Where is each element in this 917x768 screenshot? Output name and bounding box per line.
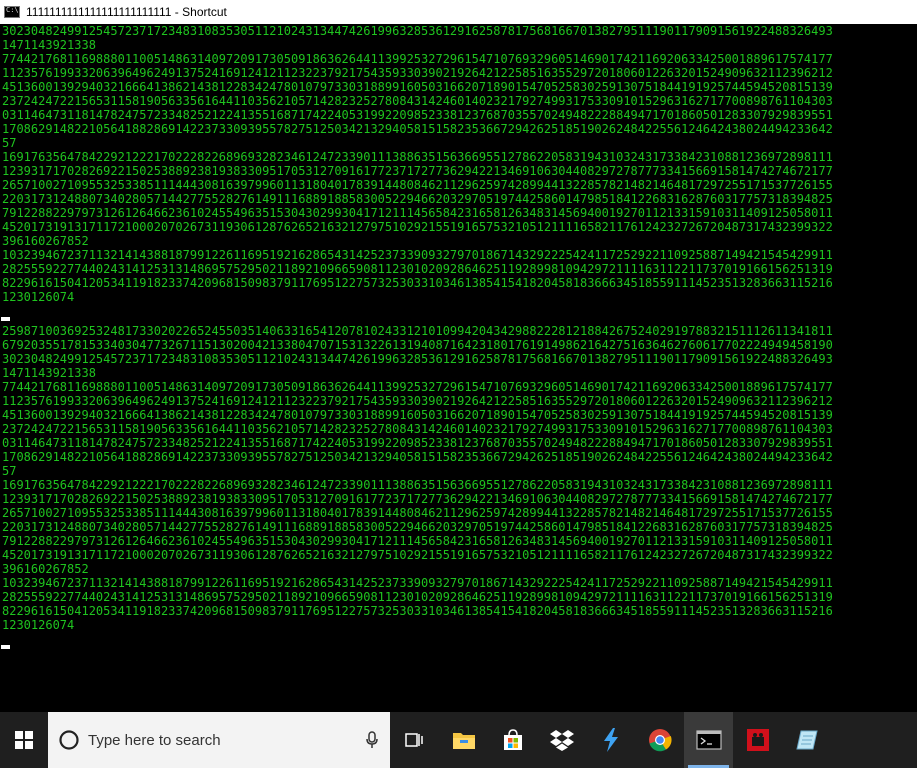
console-line: 8229616150412053411918233742096815098379… xyxy=(2,276,833,290)
console-line: 6792035517815334030477326711513020042133… xyxy=(2,338,833,352)
windows-start-icon xyxy=(15,731,33,749)
console-line: 1230126074 xyxy=(2,618,75,632)
console-line: 1032394672371132141438818799122611695192… xyxy=(2,576,833,590)
store-button[interactable] xyxy=(488,712,537,768)
console-line: 2372424722156531158190563356164411035621… xyxy=(2,422,833,436)
console-line: 1708629148221056418828691422373309395578… xyxy=(2,122,833,136)
console-line: 1123576199332063964962491375241691241211… xyxy=(2,66,833,80)
console-line: 57 xyxy=(2,136,17,150)
console-line: 4513600139294032166641386214381228342478… xyxy=(2,80,833,94)
console-line: 2825559227744024314125313148695752950211… xyxy=(2,590,833,604)
console-line: 57 xyxy=(2,464,17,478)
notepad-icon xyxy=(795,730,818,750)
search-placeholder: Type here to search xyxy=(88,731,221,749)
microphone-icon[interactable] xyxy=(366,731,378,749)
console-line: 7912288229797312612646623610245549635153… xyxy=(2,534,833,548)
command-prompt-icon xyxy=(4,6,20,18)
console-line: 1239317170282692215025388923819383309517… xyxy=(2,164,833,178)
console-line: 1691763564784229212221702228226896932823… xyxy=(2,150,833,164)
task-view-button[interactable] xyxy=(390,712,439,768)
start-button[interactable] xyxy=(0,712,48,768)
chrome-button[interactable] xyxy=(635,712,684,768)
red-app-button[interactable] xyxy=(733,712,782,768)
console-line: 7912288229797312612646623610245549635153… xyxy=(2,206,833,220)
console-line: 1471143921338 xyxy=(2,366,96,380)
chrome-icon xyxy=(648,729,672,752)
console-line: 4520173191317117210002070267311930612876… xyxy=(2,220,833,234)
console-line: 2598710036925324817330202265245503514063… xyxy=(2,324,833,338)
console-line: 3023048249912545723717234831083530511210… xyxy=(2,24,833,38)
console-output[interactable]: 3023048249912545723717234831083530511210… xyxy=(0,24,917,712)
search-box[interactable]: Type here to search xyxy=(48,712,390,768)
file-explorer-icon xyxy=(452,733,475,749)
console-line: 1032394672371132141438818799122611695192… xyxy=(2,248,833,262)
console-line: 1471143921338 xyxy=(2,38,96,52)
console-line: 1239317170282692215025388923819383309517… xyxy=(2,492,833,506)
console-cursor xyxy=(1,317,10,321)
console-line: 2203173124880734028057144277552827614911… xyxy=(2,520,833,534)
title-bar[interactable]: 1111111111111111111111111 - Shortcut xyxy=(0,0,917,24)
store-icon xyxy=(503,729,522,750)
dropbox-button[interactable] xyxy=(537,712,586,768)
console-line: 396160267852 xyxy=(2,234,89,248)
command-prompt-button[interactable] xyxy=(684,712,733,768)
console-line: 2203173124880734028057144277552827614911… xyxy=(2,192,833,206)
console-cursor xyxy=(1,645,10,649)
notepad-button[interactable] xyxy=(782,712,831,768)
file-explorer-button[interactable] xyxy=(439,712,488,768)
cortana-icon xyxy=(59,730,79,750)
visual-studio-button[interactable] xyxy=(586,712,635,768)
console-line: 0311464731181478247572334825212241355168… xyxy=(2,436,833,450)
console-line: 3023048249912545723717234831083530511210… xyxy=(2,352,833,366)
console-line: 1123576199332063964962491375241691241211… xyxy=(2,394,833,408)
console-line: 2372424722156531158190563356164411035621… xyxy=(2,94,833,108)
console-line: 396160267852 xyxy=(2,562,89,576)
console-line: 4520173191317117210002070267311930612876… xyxy=(2,548,833,562)
window-title: 1111111111111111111111111 - Shortcut xyxy=(26,5,227,19)
console-line: 2825559227744024314125313148695752950211… xyxy=(2,262,833,276)
visual-studio-icon xyxy=(603,728,618,752)
console-line: 4513600139294032166641386214381228342478… xyxy=(2,408,833,422)
console-line: 0311464731181478247572334825212241355168… xyxy=(2,108,833,122)
red-app-icon xyxy=(746,729,769,751)
console-line: 1230126074 xyxy=(2,290,75,304)
console-line: 1708629148221056418828691422373309395578… xyxy=(2,450,833,464)
console-line: 2657100271095532533851114443081639799601… xyxy=(2,506,833,520)
console-line: 2657100271095532533851114443081639799601… xyxy=(2,178,833,192)
console-line: 7744217681169888011005148631409720917305… xyxy=(2,380,833,394)
task-view-icon xyxy=(404,733,423,747)
dropbox-icon xyxy=(549,730,574,751)
console-line: 8229616150412053411918233742096815098379… xyxy=(2,604,833,618)
console-line: 1691763564784229212221702228226896932823… xyxy=(2,478,833,492)
taskbar: Type here to search xyxy=(0,712,917,768)
command-prompt-icon xyxy=(695,730,722,750)
console-line: 7744217681169888011005148631409720917305… xyxy=(2,52,833,66)
